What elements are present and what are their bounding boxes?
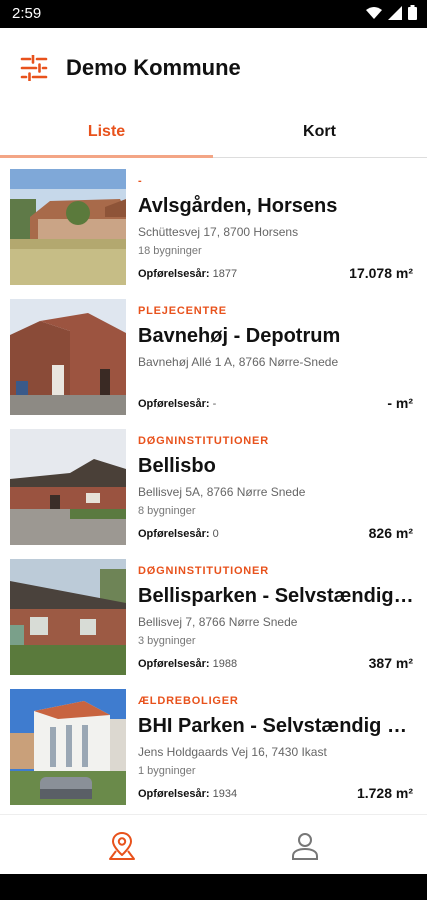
status-icons: [366, 5, 417, 20]
property-area: 17.078 m²: [349, 265, 413, 281]
property-name: BHI Parken - Selvstændig boligenhed: [138, 715, 418, 737]
property-address: Bavnehøj Allé 1 A, 8766 Nørre-Snede: [138, 355, 339, 369]
list-item[interactable]: DØGNINSTITUTIONER Bellisbo Bellisvej 5A,…: [0, 419, 427, 549]
property-area: 1.728 m²: [356, 785, 413, 801]
sliders-icon: [20, 55, 48, 81]
tab-kort[interactable]: Kort: [213, 106, 426, 158]
property-address: Schüttesvej 17, 8700 Horsens: [138, 225, 299, 239]
list-item[interactable]: PLEJECENTRE Bavnehøj - Depotrum Bavnehøj…: [0, 289, 427, 419]
property-area: - m²: [387, 395, 413, 411]
filter-button[interactable]: [16, 50, 52, 86]
wifi-icon: [366, 6, 382, 19]
property-category: DØGNINSTITUTIONER: [138, 435, 269, 447]
property-photo: [10, 689, 126, 805]
property-list[interactable]: - Avlsgården, Horsens Schüttesvej 17, 87…: [0, 159, 427, 813]
property-photo: [10, 429, 126, 545]
construction-year: Opførelsesår: 1877: [138, 268, 237, 280]
nav-profile-button[interactable]: [288, 829, 322, 863]
year-label: Opførelsesår:: [138, 268, 210, 280]
property-address: Bellisvej 5A, 8766 Nørre Snede: [138, 485, 306, 499]
construction-year: Opførelsesår: 1988: [138, 658, 237, 670]
nav-map-button[interactable]: [105, 829, 139, 863]
year-value: 1988: [212, 658, 238, 670]
battery-icon: [408, 5, 417, 20]
year-value: 1934: [212, 788, 238, 800]
year-label: Opførelsesår:: [138, 528, 210, 540]
page-title: Demo Kommune: [66, 55, 241, 80]
building-count: 8 bygninger: [138, 505, 196, 517]
tab-liste[interactable]: Liste: [0, 106, 213, 158]
property-name: Avlsgården, Horsens: [138, 195, 338, 217]
year-label: Opførelsesår:: [138, 788, 210, 800]
building-count: 18 bygninger: [138, 245, 202, 257]
property-area: 387 m²: [368, 655, 413, 671]
construction-year: Opførelsesår: -: [138, 398, 216, 410]
year-label: Opførelsesår:: [138, 398, 210, 410]
status-bar: 2:59: [0, 0, 427, 28]
map-pin-icon: [109, 832, 135, 860]
signal-icon: [388, 5, 402, 20]
property-area: 826 m²: [368, 525, 413, 541]
property-photo: [10, 559, 126, 675]
property-category: -: [138, 175, 143, 187]
construction-year: Opførelsesår: 1934: [138, 788, 237, 800]
bottom-navigation: [0, 814, 427, 874]
list-item[interactable]: ÆLDREBOLIGER BHI Parken - Selvstændig bo…: [0, 679, 427, 809]
year-label: Opførelsesår:: [138, 658, 210, 670]
building-count: 1 bygninger: [138, 765, 196, 777]
building-count: 3 bygninger: [138, 635, 196, 647]
year-value: 0: [212, 528, 219, 540]
year-value: -: [212, 398, 217, 410]
tab-indicator: [0, 155, 213, 158]
status-time: 2:59: [12, 5, 42, 22]
top-app-bar: Demo Kommune: [0, 28, 427, 106]
system-nav-bar: [0, 874, 427, 900]
list-item[interactable]: - Avlsgården, Horsens Schüttesvej 17, 87…: [0, 159, 427, 289]
app-screen: Demo Kommune Liste Kort - Avlsgården, Ho…: [0, 28, 427, 874]
property-category: DØGNINSTITUTIONER: [138, 565, 269, 577]
property-address: Bellisvej 7, 8766 Nørre Snede: [138, 615, 298, 629]
property-name: Bellisparken - Selvstændig boligenhed: [138, 585, 418, 607]
property-category: ÆLDREBOLIGER: [138, 695, 239, 707]
property-name: Bavnehøj - Depotrum: [138, 325, 341, 347]
construction-year: Opførelsesår: 0: [138, 528, 219, 540]
property-photo: [10, 169, 126, 285]
person-icon: [292, 833, 318, 860]
property-name: Bellisbo: [138, 455, 216, 477]
list-item[interactable]: DØGNINSTITUTIONER Bellisparken - Selvstæ…: [0, 549, 427, 679]
property-photo: [10, 299, 126, 415]
property-address: Jens Holdgaards Vej 16, 7430 Ikast: [138, 745, 327, 759]
property-category: PLEJECENTRE: [138, 305, 227, 317]
tab-bar: Liste Kort: [0, 106, 427, 158]
year-value: 1877: [212, 268, 238, 280]
